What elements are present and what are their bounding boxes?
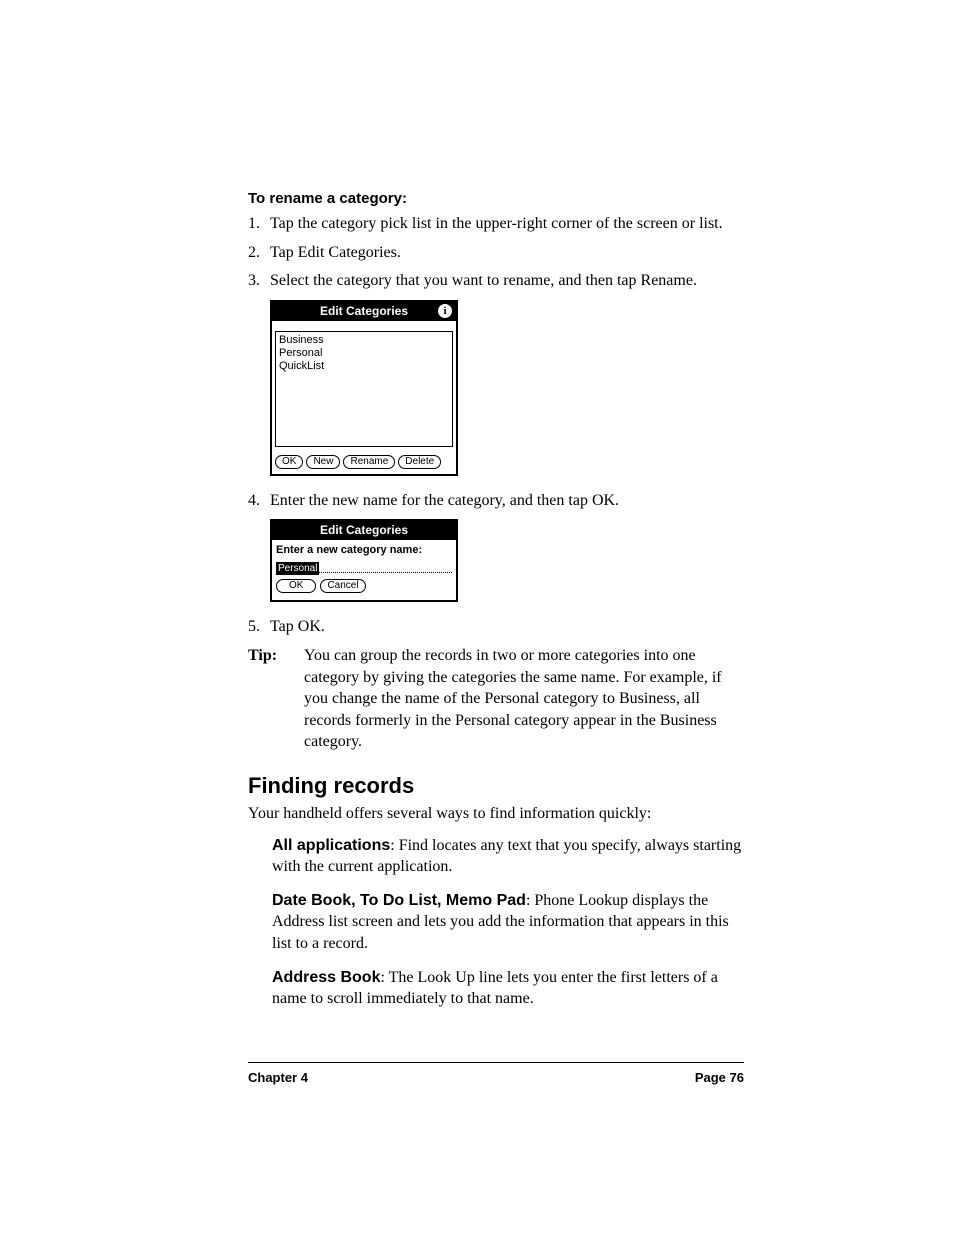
step-number: 2. xyxy=(248,242,270,264)
bullet-all-applications: All applications: Find locates any text … xyxy=(272,835,744,878)
footer-page-number: Page 76 xyxy=(695,1070,744,1085)
figure-edit-categories-list: Edit Categories i Business Personal Quic… xyxy=(270,300,744,476)
new-button[interactable]: New xyxy=(306,455,340,469)
prompt-label: Enter a new category name: xyxy=(276,544,452,556)
dialog-body: Enter a new category name: Personal OK C… xyxy=(272,540,456,600)
step-text: Select the category that you want to ren… xyxy=(270,270,744,292)
category-name-input[interactable]: Personal xyxy=(276,558,452,573)
step-text: Tap OK. xyxy=(270,616,744,638)
footer-rule xyxy=(248,1062,744,1063)
input-value-selected: Personal xyxy=(276,562,319,575)
bullet-lead: Date Book, To Do List, Memo Pad xyxy=(272,892,526,909)
dialog-edit-categories-rename: Edit Categories Enter a new category nam… xyxy=(270,519,458,602)
dialog-title-text: Edit Categories xyxy=(320,523,408,537)
bullet-lead: All applications xyxy=(272,837,390,854)
step-4: 4. Enter the new name for the category, … xyxy=(248,490,744,512)
dialog-button-row: OK Cancel xyxy=(276,579,452,598)
dialog-title-bar: Edit Categories i xyxy=(272,302,456,321)
dialog-title-text: Edit Categories xyxy=(320,304,408,318)
step-text: Tap Edit Categories. xyxy=(270,242,744,264)
bullet-address-book: Address Book: The Look Up line lets you … xyxy=(272,967,744,1010)
procedure-heading: To rename a category: xyxy=(248,190,744,207)
category-listbox[interactable]: Business Personal QuickList xyxy=(275,331,453,447)
list-item[interactable]: Personal xyxy=(279,347,449,360)
rename-button[interactable]: Rename xyxy=(343,455,395,469)
list-item[interactable]: QuickList xyxy=(279,360,449,373)
step-number: 3. xyxy=(248,270,270,292)
dialog-title-bar: Edit Categories xyxy=(272,521,456,540)
page-footer: Chapter 4 Page 76 xyxy=(248,1070,744,1085)
dialog-button-row: OK New Rename Delete xyxy=(272,451,456,474)
step-text: Enter the new name for the category, and… xyxy=(270,490,744,512)
step-number: 4. xyxy=(248,490,270,512)
bullet-datebook-todo-memo: Date Book, To Do List, Memo Pad: Phone L… xyxy=(272,890,744,955)
step-number: 1. xyxy=(248,213,270,235)
tip-block: Tip: You can group the records in two or… xyxy=(248,645,744,753)
ok-button[interactable]: OK xyxy=(276,579,316,593)
step-5: 5. Tap OK. xyxy=(248,616,744,638)
footer-chapter: Chapter 4 xyxy=(248,1070,308,1085)
step-text: Tap the category pick list in the upper-… xyxy=(270,213,744,235)
dialog-edit-categories: Edit Categories i Business Personal Quic… xyxy=(270,300,458,476)
delete-button[interactable]: Delete xyxy=(398,455,441,469)
info-icon[interactable]: i xyxy=(438,304,452,318)
tip-label: Tip: xyxy=(248,645,304,753)
bullet-lead: Address Book xyxy=(272,969,380,986)
cancel-button[interactable]: Cancel xyxy=(320,579,365,593)
tip-text: You can group the records in two or more… xyxy=(304,645,744,753)
ok-button[interactable]: OK xyxy=(275,455,303,469)
step-1: 1. Tap the category pick list in the upp… xyxy=(248,213,744,235)
document-page: To rename a category: 1. Tap the categor… xyxy=(0,0,954,1235)
section-heading-finding-records: Finding records xyxy=(248,773,744,799)
step-3: 3. Select the category that you want to … xyxy=(248,270,744,292)
list-item[interactable]: Business xyxy=(279,334,449,347)
figure-edit-categories-rename: Edit Categories Enter a new category nam… xyxy=(270,519,744,602)
step-number: 5. xyxy=(248,616,270,638)
step-2: 2. Tap Edit Categories. xyxy=(248,242,744,264)
intro-paragraph: Your handheld offers several ways to fin… xyxy=(248,803,744,825)
